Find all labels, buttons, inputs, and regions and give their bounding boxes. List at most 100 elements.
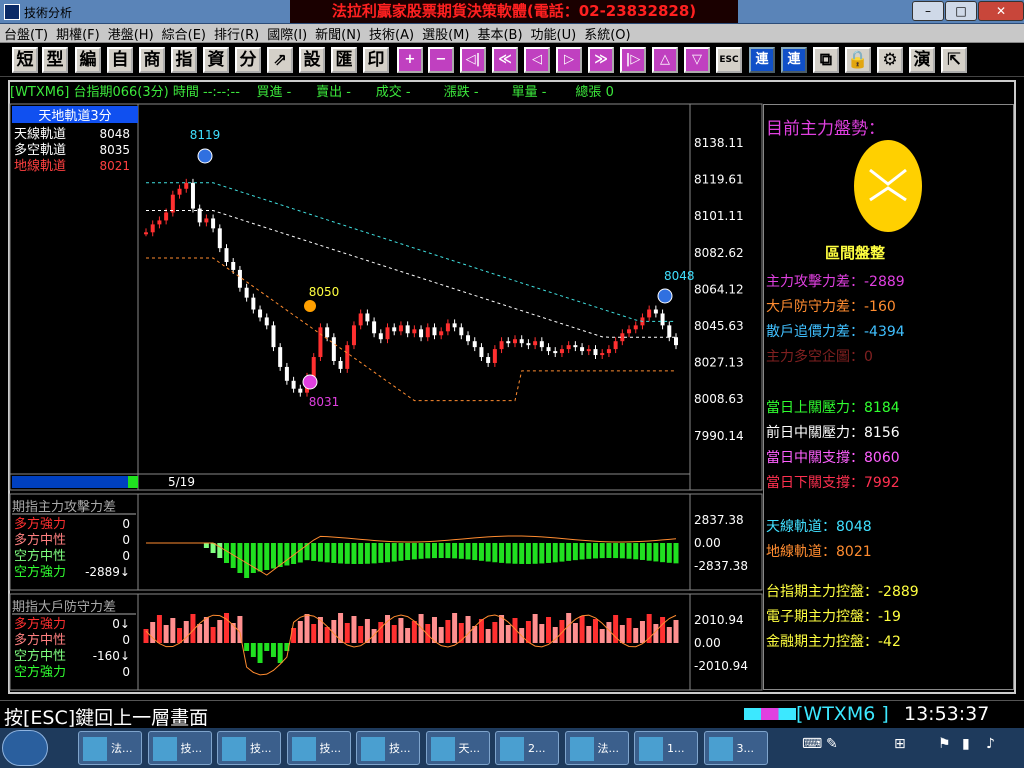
ind2-bar: [311, 624, 317, 643]
ind1-bar: [264, 543, 270, 570]
toolbar-button-8[interactable]: ⇗: [267, 47, 293, 73]
taskbar-item-8[interactable]: 1...: [634, 731, 698, 765]
toolbar-button-3[interactable]: 自: [107, 47, 133, 73]
ind2-bar: [244, 643, 250, 651]
ind1-bar: [465, 543, 471, 560]
toolbar-button-1[interactable]: 型: [42, 47, 68, 73]
ind1-bar: [317, 543, 323, 562]
ind1-bar: [485, 543, 491, 562]
windows-icon[interactable]: ⊞: [894, 736, 906, 752]
toolbar-button-4[interactable]: 商: [139, 47, 165, 73]
track-level-value: 8021: [836, 544, 872, 560]
toolbar-button-12[interactable]: +: [397, 47, 423, 73]
scroll-track[interactable]: [12, 476, 138, 488]
candle-body: [318, 327, 323, 358]
toolbar-button-17[interactable]: ▷: [556, 47, 582, 73]
ind2-bar: [277, 643, 283, 663]
ind2-bar: [304, 614, 310, 643]
keyboard-icon[interactable]: ⌨: [802, 736, 822, 752]
trend-heading: 目前主力盤勢：: [766, 119, 885, 139]
toolbar-button-5[interactable]: 指: [171, 47, 197, 73]
pressure-level-row: 前日中關壓力：8156: [766, 422, 900, 442]
toolbar-button-13[interactable]: −: [428, 47, 454, 73]
ind1-bar: [418, 543, 424, 559]
taskbar-item-5[interactable]: 天...: [425, 731, 490, 765]
control-stat-value: -19: [878, 609, 901, 625]
ind2-bar: [492, 622, 498, 643]
taskbar-item-3[interactable]: 技...: [286, 731, 351, 765]
ind1-bar: [203, 543, 209, 548]
taskbar-item-label: 技...: [389, 742, 411, 755]
ind1-row-value: -2889↓: [85, 565, 130, 579]
ind1-bar: [398, 543, 404, 561]
ind1-bar: [257, 543, 263, 572]
candle-body: [291, 380, 296, 389]
start-button[interactable]: [2, 730, 48, 766]
ind1-axis-tick: 0.00: [694, 536, 721, 550]
toolbar-button-25[interactable]: ⧉: [813, 47, 839, 73]
toolbar-button-19[interactable]: |▷: [620, 47, 646, 73]
candle-body: [271, 325, 276, 348]
candle-body: [526, 343, 531, 346]
toolbar-button-15[interactable]: ≪: [492, 47, 518, 73]
taskbar-item-2[interactable]: 技...: [217, 731, 281, 765]
toolbar-button-0[interactable]: 短: [12, 47, 38, 73]
control-stat-value: -2889: [878, 584, 919, 600]
ind1-bar: [579, 543, 585, 560]
taskbar-app-icon: [83, 737, 107, 761]
candle-body: [170, 194, 175, 213]
toolbar-button-11[interactable]: 印: [363, 47, 389, 73]
toolbar-button-27[interactable]: ⚙: [877, 47, 903, 73]
toolbar-button-6[interactable]: 資: [203, 47, 229, 73]
toolbar-button-23[interactable]: 連: [749, 47, 775, 73]
pen-icon[interactable]: ✎: [826, 736, 838, 752]
candle-body: [211, 218, 216, 229]
taskbar-item-7[interactable]: 法...: [564, 731, 629, 765]
ind2-row-label: 空方強力: [14, 664, 66, 680]
toolbar-button-16[interactable]: ◁: [524, 47, 550, 73]
force-stat-row: 散戶追價力差：-4394: [766, 321, 905, 341]
pressure-level-label: 當日上關壓力：: [766, 400, 864, 416]
ind2-bar: [525, 621, 531, 643]
system-tray: ⌨ ✎ ⊞ ⚑ ▮ ♪: [798, 736, 1024, 762]
ind1-bar: [478, 543, 484, 561]
ind2-row-label: 空方中性: [14, 648, 66, 664]
toolbar-button-26[interactable]: 🔒: [845, 47, 871, 73]
ind2-bar: [378, 622, 384, 643]
scroll-thumb[interactable]: [128, 476, 138, 488]
volume-icon[interactable]: ♪: [986, 736, 995, 752]
candle-body: [633, 325, 638, 330]
toolbar-button-7[interactable]: 分: [235, 47, 261, 73]
flag-icon[interactable]: ⚑: [938, 736, 951, 752]
ind1-row-value: 0: [122, 533, 130, 547]
toolbar-button-18[interactable]: ≫: [588, 47, 614, 73]
toolbar-button-21[interactable]: ▽: [684, 47, 710, 73]
pressure-level-label: 當日下關支撐：: [766, 475, 864, 491]
toolbar-button-20[interactable]: △: [652, 47, 678, 73]
taskbar-app-icon: [291, 737, 316, 761]
taskbar-item-4[interactable]: 技...: [356, 731, 420, 765]
network-icon[interactable]: ▮: [962, 736, 970, 752]
toolbar-button-9[interactable]: 設: [299, 47, 325, 73]
taskbar-item-6[interactable]: 2...: [495, 731, 559, 765]
candle-body: [466, 335, 471, 342]
legend-title: 天地軌道3分: [38, 108, 111, 124]
control-stat-value: -42: [878, 634, 901, 650]
ind2-bar: [478, 619, 484, 643]
taskbar-item-1[interactable]: 技...: [147, 731, 212, 765]
ind2-bar: [270, 643, 276, 657]
toolbar-button-14[interactable]: ◁|: [460, 47, 486, 73]
toolbar-button-22[interactable]: ESC: [716, 47, 742, 73]
taskbar-item-0[interactable]: 法...: [78, 731, 142, 765]
toolbar-button-24[interactable]: 連: [781, 47, 807, 73]
candle-body: [566, 345, 571, 350]
ind1-bar: [660, 543, 666, 563]
ind2-bar: [210, 627, 216, 643]
taskbar-item-9[interactable]: 3...: [703, 731, 768, 765]
toolbar-button-2[interactable]: 編: [75, 47, 101, 73]
ind1-bar: [613, 543, 619, 559]
toolbar-button-10[interactable]: 匯: [331, 47, 357, 73]
toolbar-button-28[interactable]: 演: [909, 47, 935, 73]
ind1-bar: [619, 543, 625, 559]
toolbar-button-29[interactable]: ⇱: [941, 47, 967, 73]
